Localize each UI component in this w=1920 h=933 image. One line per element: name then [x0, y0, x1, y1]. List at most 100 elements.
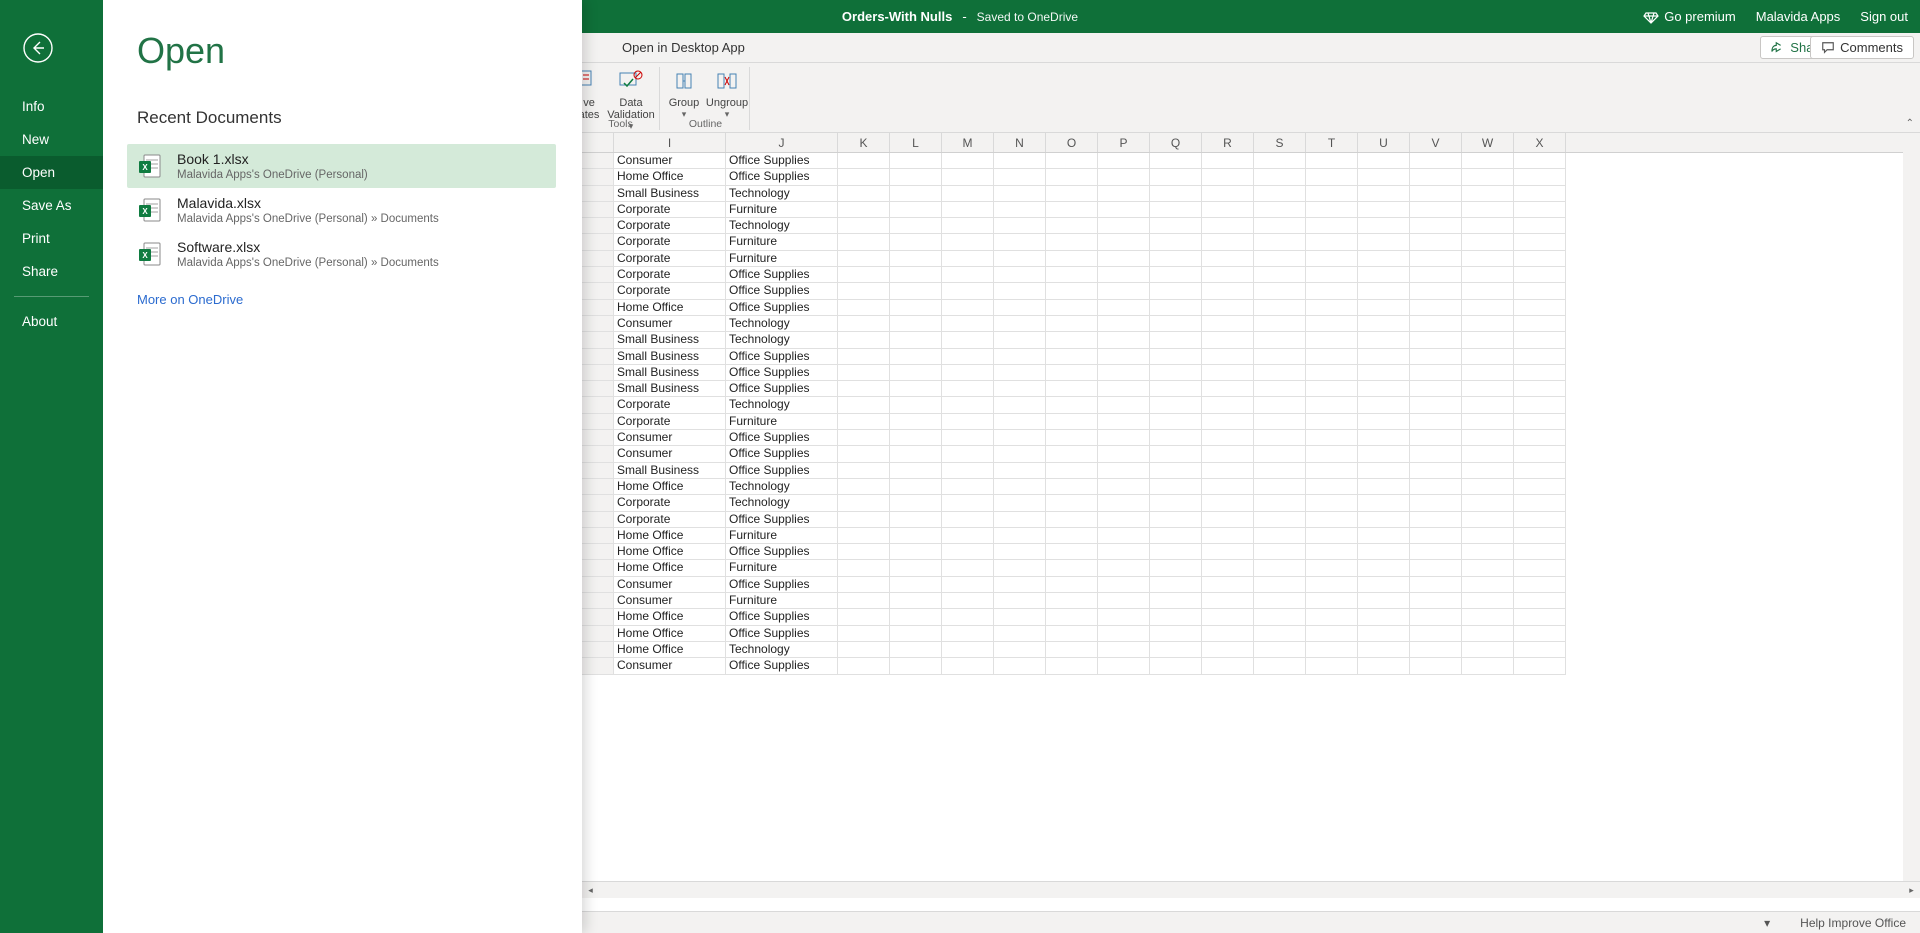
- cell[interactable]: [838, 446, 890, 462]
- cell[interactable]: [1150, 446, 1202, 462]
- cell[interactable]: [890, 512, 942, 528]
- cell[interactable]: [1462, 642, 1514, 658]
- cell[interactable]: [994, 234, 1046, 250]
- cell[interactable]: [1254, 446, 1306, 462]
- cell[interactable]: Technology: [726, 642, 838, 658]
- cell[interactable]: [838, 202, 890, 218]
- cell[interactable]: [1462, 463, 1514, 479]
- cell[interactable]: [1358, 560, 1410, 576]
- options-caret[interactable]: ▾: [1764, 916, 1770, 930]
- cell[interactable]: [1254, 316, 1306, 332]
- cell[interactable]: Furniture: [726, 251, 838, 267]
- cell[interactable]: [890, 349, 942, 365]
- group-button[interactable]: Group: [664, 67, 704, 120]
- cell[interactable]: [1098, 332, 1150, 348]
- cell[interactable]: [1046, 349, 1098, 365]
- col-header-J[interactable]: J: [726, 133, 838, 152]
- cell[interactable]: [1410, 463, 1462, 479]
- cell[interactable]: [582, 626, 614, 642]
- cell[interactable]: [1514, 512, 1566, 528]
- cell[interactable]: [1046, 169, 1098, 185]
- table-row[interactable]: Small BusinessOffice Supplies: [582, 381, 1920, 397]
- cell[interactable]: [1358, 512, 1410, 528]
- cell[interactable]: Corporate: [614, 218, 726, 234]
- cell[interactable]: Office Supplies: [726, 169, 838, 185]
- cell[interactable]: [582, 463, 614, 479]
- cell[interactable]: [1046, 365, 1098, 381]
- cell[interactable]: [582, 544, 614, 560]
- cell[interactable]: [1254, 234, 1306, 250]
- cell[interactable]: [1046, 446, 1098, 462]
- cell[interactable]: [1046, 316, 1098, 332]
- cell[interactable]: [1514, 332, 1566, 348]
- cell[interactable]: [1202, 218, 1254, 234]
- cell[interactable]: [1098, 267, 1150, 283]
- cell[interactable]: [1098, 186, 1150, 202]
- col-header-N[interactable]: N: [994, 133, 1046, 152]
- cell[interactable]: [1306, 169, 1358, 185]
- more-onedrive-link[interactable]: More on OneDrive: [137, 292, 243, 307]
- col-header-T[interactable]: T: [1306, 133, 1358, 152]
- col-header-S[interactable]: S: [1254, 133, 1306, 152]
- cell[interactable]: [1254, 609, 1306, 625]
- cell[interactable]: [838, 593, 890, 609]
- cell[interactable]: [1202, 593, 1254, 609]
- cell[interactable]: [1098, 642, 1150, 658]
- cell[interactable]: Home Office: [614, 544, 726, 560]
- cell[interactable]: [1254, 300, 1306, 316]
- cell[interactable]: [1150, 218, 1202, 234]
- cell[interactable]: [1410, 512, 1462, 528]
- cell[interactable]: [1514, 658, 1566, 674]
- cell[interactable]: [1306, 234, 1358, 250]
- cell[interactable]: [1462, 365, 1514, 381]
- cell[interactable]: Furniture: [726, 234, 838, 250]
- cell[interactable]: [582, 316, 614, 332]
- nav-about[interactable]: About: [0, 305, 103, 338]
- cell[interactable]: Furniture: [726, 414, 838, 430]
- cell[interactable]: [1098, 349, 1150, 365]
- cell[interactable]: [890, 495, 942, 511]
- cell[interactable]: Technology: [726, 316, 838, 332]
- cell[interactable]: [1306, 593, 1358, 609]
- scroll-left-arrow[interactable]: ◂: [582, 882, 599, 898]
- cell[interactable]: Corporate: [614, 414, 726, 430]
- cell[interactable]: [1514, 560, 1566, 576]
- cell[interactable]: [942, 153, 994, 169]
- cell[interactable]: [942, 202, 994, 218]
- table-row[interactable]: Home OfficeTechnology: [582, 479, 1920, 495]
- cell[interactable]: Office Supplies: [726, 153, 838, 169]
- cell[interactable]: [1098, 397, 1150, 413]
- cell[interactable]: [1410, 397, 1462, 413]
- col-header-V[interactable]: V: [1410, 133, 1462, 152]
- cell[interactable]: [1358, 397, 1410, 413]
- nav-saveas[interactable]: Save As: [0, 189, 103, 222]
- cell[interactable]: [1150, 234, 1202, 250]
- cell[interactable]: Furniture: [726, 202, 838, 218]
- table-row[interactable]: Small BusinessOffice Supplies: [582, 365, 1920, 381]
- table-row[interactable]: ConsumerOffice Supplies: [582, 430, 1920, 446]
- cell[interactable]: [1254, 463, 1306, 479]
- table-row[interactable]: Home OfficeOffice Supplies: [582, 544, 1920, 560]
- cell[interactable]: [1098, 495, 1150, 511]
- cell[interactable]: Corporate: [614, 234, 726, 250]
- table-row[interactable]: Small BusinessTechnology: [582, 332, 1920, 348]
- cell[interactable]: [994, 479, 1046, 495]
- cell[interactable]: [1514, 463, 1566, 479]
- cell[interactable]: Small Business: [614, 463, 726, 479]
- cell[interactable]: [890, 283, 942, 299]
- cell[interactable]: [1098, 202, 1150, 218]
- cell[interactable]: [994, 349, 1046, 365]
- cell[interactable]: Office Supplies: [726, 430, 838, 446]
- cell[interactable]: [994, 251, 1046, 267]
- cell[interactable]: [1046, 381, 1098, 397]
- cell[interactable]: [1514, 626, 1566, 642]
- cell[interactable]: [994, 430, 1046, 446]
- cell[interactable]: [1098, 414, 1150, 430]
- table-row[interactable]: CorporateFurniture: [582, 234, 1920, 250]
- cell[interactable]: [1150, 186, 1202, 202]
- cell[interactable]: [1046, 218, 1098, 234]
- cell[interactable]: [1514, 593, 1566, 609]
- cell[interactable]: [582, 430, 614, 446]
- cell[interactable]: [1202, 283, 1254, 299]
- cell[interactable]: [890, 463, 942, 479]
